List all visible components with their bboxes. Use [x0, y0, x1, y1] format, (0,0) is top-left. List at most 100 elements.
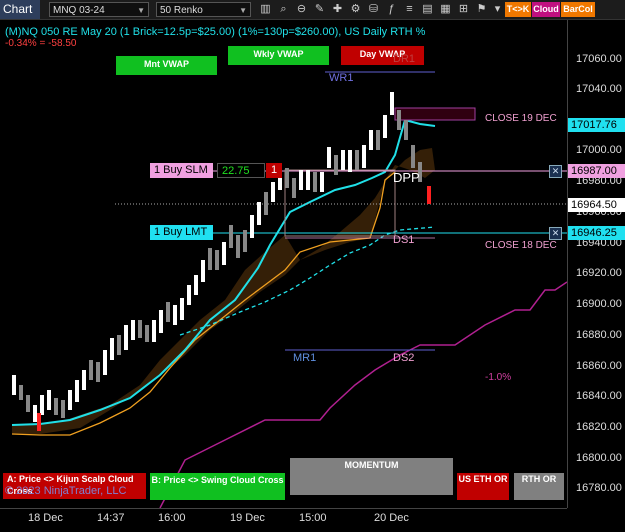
tk-button[interactable]: T<>K: [505, 2, 531, 17]
renko-brick: [82, 370, 86, 390]
price-tick: 16800.00: [576, 452, 622, 464]
price-tick: 17060.00: [576, 53, 622, 65]
renko-brick: [250, 215, 254, 238]
renko-brick: [19, 385, 23, 400]
price-tick: 16780.00: [576, 482, 622, 494]
renko-brick: [236, 235, 240, 258]
renko-brick: [362, 145, 366, 168]
time-tick: 14:37: [97, 512, 125, 524]
instrument-value: MNQ 03-24: [53, 5, 105, 16]
time-axis[interactable]: 18 Dec 14:37 16:00 19 Dec 15:00 20 Dec: [0, 508, 567, 532]
renko-brick: [285, 168, 289, 188]
buy-lmt-order-label[interactable]: 1 Buy LMT: [150, 225, 213, 240]
indicators-icon[interactable]: ƒ: [384, 2, 399, 17]
chevron-down-icon: ▼: [137, 6, 145, 15]
renko-brick: [40, 395, 44, 415]
price-axis[interactable]: 17060.00 17040.00 17000.00 16980.00 1696…: [567, 20, 625, 508]
momentum-button[interactable]: MOMENTUM: [290, 458, 453, 495]
settings-icon[interactable]: ⚙: [348, 2, 363, 17]
layout-icon[interactable]: ▦: [438, 2, 453, 17]
renko-brick: [229, 225, 233, 248]
dpp-label: DPP: [393, 170, 420, 185]
renko-brick: [68, 390, 72, 410]
renko-brick: [257, 202, 261, 225]
strategy-icon[interactable]: ⛁: [366, 2, 381, 17]
renko-brick: [222, 242, 226, 265]
buy-slm-price[interactable]: 22.75: [217, 163, 265, 178]
renko-brick: [159, 310, 163, 333]
properties-icon[interactable]: ≡: [402, 2, 417, 17]
mr1-label: MR1: [293, 352, 317, 364]
dr1-label: DR1: [393, 53, 416, 65]
cloud-button[interactable]: Cloud: [532, 2, 560, 17]
cancel-order-icon[interactable]: ✕: [549, 165, 562, 178]
renko-brick: [194, 275, 198, 295]
neg-1pct-label: -1.0%: [485, 372, 512, 383]
renko-brick: [369, 130, 373, 150]
renko-brick: [411, 145, 415, 168]
chart-toolbar: Chart MNQ 03-24 ▼ 50 Renko ▼ ▥ ⌕ ⊖ ✎ ✚ ⚙…: [0, 0, 625, 20]
renko-brick: [383, 115, 387, 138]
data-box-icon[interactable]: ▤: [420, 2, 435, 17]
chevron-down-icon: ▼: [239, 6, 247, 15]
renko-brick: [54, 398, 58, 415]
renko-brick: [152, 320, 156, 342]
chart-canvas: [11, 71, 567, 508]
ds2-label: DS2: [393, 352, 415, 364]
renko-brick: [327, 147, 331, 168]
renko-brick: [376, 130, 380, 150]
renko-brick: [215, 250, 219, 270]
zoom-out-icon[interactable]: ⊖: [294, 2, 309, 17]
renko-brick: [131, 320, 135, 340]
renko-brick: [124, 325, 128, 350]
renko-bricks: [12, 92, 422, 422]
close18-label: CLOSE 18 DEC: [485, 240, 557, 251]
cancel-order-icon[interactable]: ✕: [549, 227, 562, 240]
alert-icon[interactable]: ⚑: [474, 2, 489, 17]
renko-brick: [397, 110, 401, 130]
crosshair-icon[interactable]: ✚: [330, 2, 345, 17]
chart-plot-area[interactable]: (M)NQ 050 RE May 20 (1 Brick=12.5p=$25.0…: [0, 20, 567, 508]
renko-brick: [264, 192, 268, 215]
swing-cross-button[interactable]: B: Price <> Swing Cloud Cross: [150, 473, 285, 500]
renko-brick: [348, 150, 352, 172]
us-eth-or-button[interactable]: US ETH OR: [457, 473, 509, 500]
buy-lmt-price-tag: 16946.25: [568, 226, 625, 240]
buy-slm-price-tag: 16987.00: [568, 164, 625, 178]
time-tick: 20 Dec: [374, 512, 409, 524]
buy-slm-order-label[interactable]: 1 Buy SLM: [150, 163, 213, 178]
daily-change: -0.34% = -58.50: [5, 38, 77, 49]
renko-brick: [145, 325, 149, 342]
bar-chart-icon[interactable]: ▥: [258, 2, 273, 17]
price-tick: 17000.00: [576, 144, 622, 156]
renko-brick: [89, 360, 93, 380]
renko-brick: [292, 178, 296, 198]
drawing-tools-icon[interactable]: ✎: [312, 2, 327, 17]
bar-type-selector[interactable]: 50 Renko ▼: [156, 2, 251, 17]
close19-label: CLOSE 19 DEC: [485, 113, 557, 124]
barcol-button[interactable]: BarCol: [561, 2, 595, 17]
wkly-vwap-button[interactable]: Wkly VWAP: [228, 46, 329, 65]
renko-brick: [103, 350, 107, 375]
search-icon[interactable]: ⌕: [276, 2, 291, 17]
time-tick: 19 Dec: [230, 512, 265, 524]
buy-slm-qty[interactable]: 1: [266, 163, 282, 178]
price-tick: 16840.00: [576, 390, 622, 402]
renko-brick: [138, 320, 142, 338]
rth-or-button[interactable]: RTH OR: [514, 473, 564, 500]
last-price-tag: 16964.50: [568, 198, 625, 212]
renko-brick: [201, 260, 205, 282]
mnt-vwap-button[interactable]: Mnt VWAP: [116, 56, 217, 75]
more-icon[interactable]: ▾: [490, 2, 505, 17]
renko-brick: [341, 150, 345, 170]
chart-trader-icon[interactable]: ⊞: [456, 2, 471, 17]
renko-brick: [313, 172, 317, 192]
price-tick: 17040.00: [576, 83, 622, 95]
instrument-info: (M)NQ 050 RE May 20 (1 Brick=12.5p=$25.0…: [5, 26, 426, 38]
close19-box: [394, 107, 476, 121]
ds1-label: DS1: [393, 234, 415, 246]
chart-window-title: Chart: [0, 0, 40, 19]
copyright-text: © 2023 NinjaTrader, LLC: [5, 485, 127, 497]
instrument-selector[interactable]: MNQ 03-24 ▼: [49, 2, 149, 17]
bar-type-value: 50 Renko: [160, 5, 203, 16]
